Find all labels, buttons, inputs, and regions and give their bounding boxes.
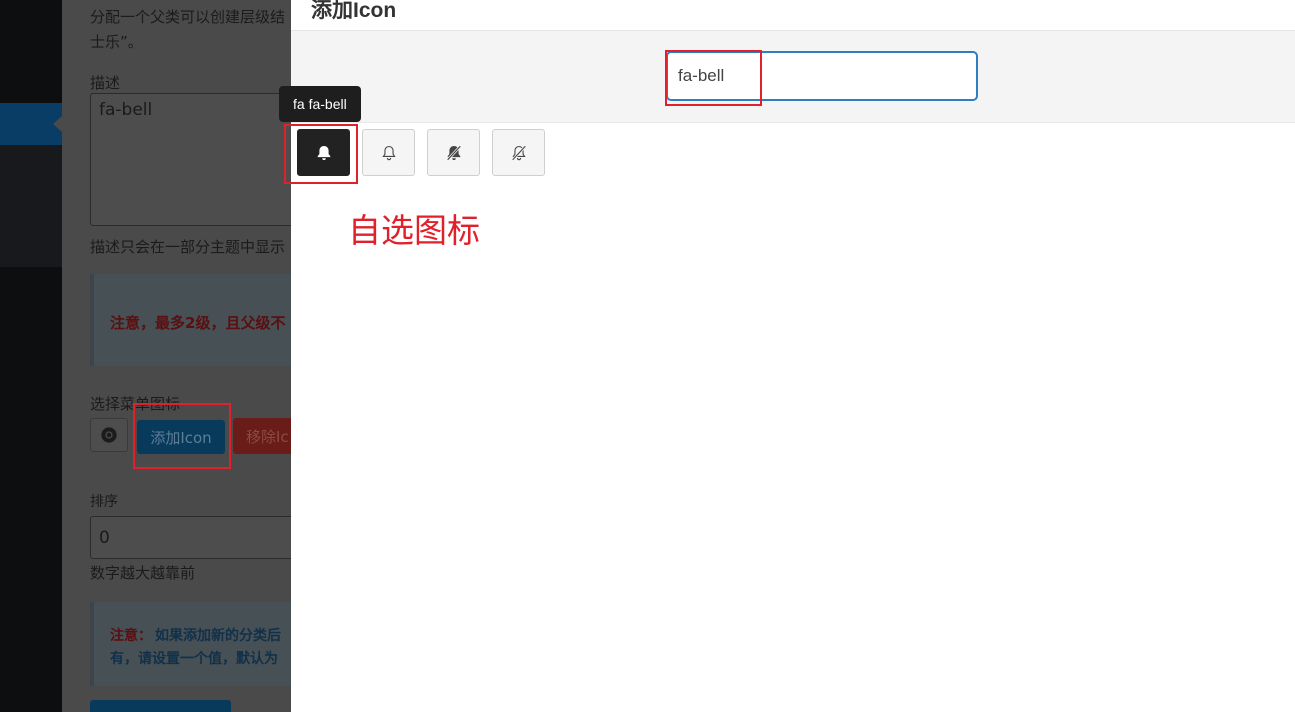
bell-slash-outline-icon	[511, 144, 526, 161]
sidebar-active-item[interactable]	[0, 103, 62, 145]
icon-tooltip: fa fa-bell	[279, 86, 361, 122]
parent-help-text-2: 士乐”。	[90, 33, 143, 51]
submit-button[interactable]	[90, 700, 231, 712]
current-icon-preview[interactable]	[90, 418, 128, 452]
notice-1-text: 注意，最多2级，且父级不	[110, 314, 286, 332]
sort-label: 排序	[90, 494, 118, 510]
description-label: 描述	[90, 74, 121, 92]
icon-option-bell-slash[interactable]	[427, 129, 480, 176]
icon-option-bell-slash-outline[interactable]	[492, 129, 545, 176]
annotation-box-add-button	[133, 403, 231, 469]
sort-input[interactable]: 0	[90, 516, 305, 559]
annotation-caption: 自选图标	[348, 211, 480, 250]
icon-option-bell-outline[interactable]	[362, 129, 415, 176]
parent-help-text: 分配一个父类可以创建层级结	[90, 8, 286, 26]
chrome-icon	[101, 427, 117, 443]
bell-outline-icon	[381, 145, 396, 160]
sidebar	[0, 0, 62, 712]
description-textarea[interactable]: fa-bell	[90, 93, 305, 226]
bell-slash-icon	[446, 144, 461, 161]
description-help: 描述只会在一部分主题中显示	[90, 238, 286, 256]
notice-2-prefix: 注意：	[110, 628, 152, 644]
notice-2-line-1: 如果添加新的分类后	[155, 628, 281, 644]
notice-2-line-2: 有，请设置一个值，默认为	[110, 651, 278, 667]
sidebar-submenu	[0, 145, 62, 267]
sort-help: 数字越大越靠前	[90, 564, 196, 582]
modal-title: 添加Icon	[311, 0, 397, 22]
annotation-box-selected-icon	[284, 124, 358, 184]
annotation-box-search	[665, 50, 762, 106]
add-icon-modal: 添加Icon	[291, 0, 1295, 712]
modal-header: 添加Icon	[291, 0, 1295, 31]
active-indicator-arrow	[53, 116, 62, 132]
icon-search-bar	[291, 31, 1295, 123]
